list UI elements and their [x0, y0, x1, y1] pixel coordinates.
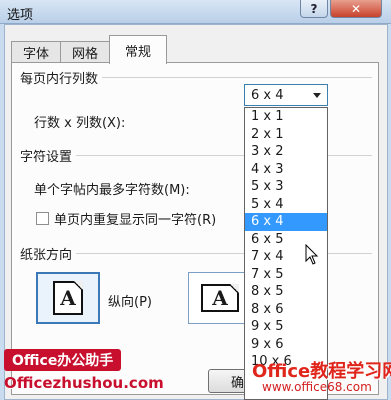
dropdown-option[interactable]: 6 x 4	[245, 213, 327, 231]
combo-value: 6 x 4	[251, 87, 284, 103]
portrait-page-icon: A	[53, 281, 83, 315]
rows-cols-label: 行数 x 列数(X):	[34, 116, 126, 131]
mouse-pointer-icon	[305, 244, 319, 265]
title-bar: 选项 ? ✕	[0, 0, 391, 24]
tab-font[interactable]: 字体	[11, 41, 61, 63]
repeat-char-checkbox[interactable]	[36, 212, 49, 225]
landscape-page-icon: A	[201, 284, 239, 312]
dropdown-option[interactable]: 9 x 5	[245, 318, 327, 336]
max-chars-label: 单个字帖内最多字符数(M):	[34, 183, 190, 198]
dropdown-option[interactable]: 8 x 6	[245, 301, 327, 319]
window-title: 选项	[7, 8, 34, 23]
orientation-heading: 纸张方向	[20, 244, 77, 263]
dropdown-option[interactable]: 8 x 5	[245, 283, 327, 301]
rows-cols-heading: 每页内行列数	[20, 68, 103, 87]
char-settings-heading: 字符设置	[20, 146, 77, 165]
dropdown-option[interactable]: 7 x 5	[245, 266, 327, 284]
portrait-label[interactable]: 纵向(P)	[108, 291, 152, 310]
tab-grid[interactable]: 网格	[60, 41, 110, 63]
watermark-right-url: www.office68.com	[262, 380, 372, 394]
page-fold-icon	[230, 284, 239, 293]
dropdown-option[interactable]: 5 x 4	[245, 196, 327, 214]
dialog-body: 字体 网格 常规 每页内行列数 行数 x 列数(X): 字符设置 单个字帖内最多…	[4, 24, 388, 400]
chevron-down-icon[interactable]	[313, 93, 321, 98]
dropdown-option[interactable]: 5 x 3	[245, 178, 327, 196]
dropdown-option[interactable]: 1 x 1	[245, 108, 327, 126]
landscape-glyph: A	[212, 286, 228, 310]
help-button[interactable]: ?	[300, 0, 328, 18]
dropdown-option[interactable]: 2 x 1	[245, 126, 327, 144]
watermark-url: Officezhushou.com	[4, 374, 164, 392]
repeat-char-label: 单页内重复显示同一字符(R)	[54, 213, 217, 228]
watermark-badge: Office办公助手	[4, 349, 122, 371]
close-button[interactable]: ✕	[330, 0, 382, 18]
rows-cols-combo[interactable]: 6 x 4	[244, 84, 328, 106]
page-fold-icon	[74, 281, 83, 290]
tab-general[interactable]: 常规	[109, 35, 167, 64]
portrait-option[interactable]: A	[36, 272, 100, 324]
dropdown-option[interactable]: 3 x 2	[245, 143, 327, 161]
dropdown-option[interactable]: 9 x 6	[245, 336, 327, 354]
landscape-option[interactable]: A	[188, 272, 252, 324]
dropdown-option[interactable]: 4 x 3	[245, 161, 327, 179]
